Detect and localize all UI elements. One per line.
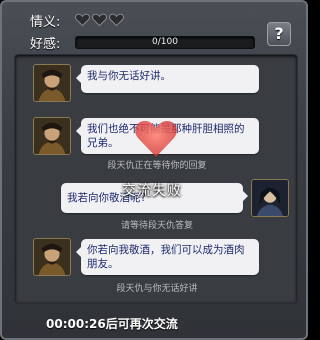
npc-avatar bbox=[33, 117, 71, 155]
fail-overlay-text: 交流失败 bbox=[122, 183, 182, 199]
empty-heart-icon bbox=[75, 13, 90, 27]
chat-log[interactable]: 我与你无话好讲。 我们也绝不可能是那种肝胆相照的兄弟。 段天仇正在等待你的回复 … bbox=[14, 54, 298, 304]
system-message: 请等待段天仇答复 bbox=[120, 221, 193, 231]
affection-hearts bbox=[75, 13, 124, 27]
affection-label: 情义: bbox=[30, 15, 61, 30]
system-message: 段天仇正在等待你的回复 bbox=[107, 161, 207, 171]
npc-avatar bbox=[33, 238, 71, 276]
broken-heart-icon bbox=[135, 121, 177, 157]
empty-heart-icon bbox=[109, 13, 124, 27]
favor-progress-bar: 0/100 bbox=[75, 36, 255, 49]
system-message: 段天仇与你无话好讲 bbox=[116, 284, 198, 294]
player-avatar bbox=[251, 179, 289, 217]
npc-avatar bbox=[33, 64, 71, 102]
help-button[interactable]: ? bbox=[267, 22, 291, 46]
favor-progress-text: 0/100 bbox=[152, 37, 178, 47]
empty-heart-icon bbox=[92, 13, 107, 27]
goodwill-label: 好感: bbox=[30, 37, 61, 52]
cooldown-timer: 00:00:26后可再次交流 bbox=[46, 317, 178, 331]
social-panel: 情义: 好感: 0/100 ? 我与你无话好讲。 我们也绝不可能是那种肝胆相照的… bbox=[0, 0, 308, 340]
chat-bubble-npc: 我与你无话好讲。 bbox=[76, 65, 259, 93]
chat-bubble-npc: 你若向我敬酒，我们可以成为酒肉朋友。 bbox=[76, 239, 259, 275]
